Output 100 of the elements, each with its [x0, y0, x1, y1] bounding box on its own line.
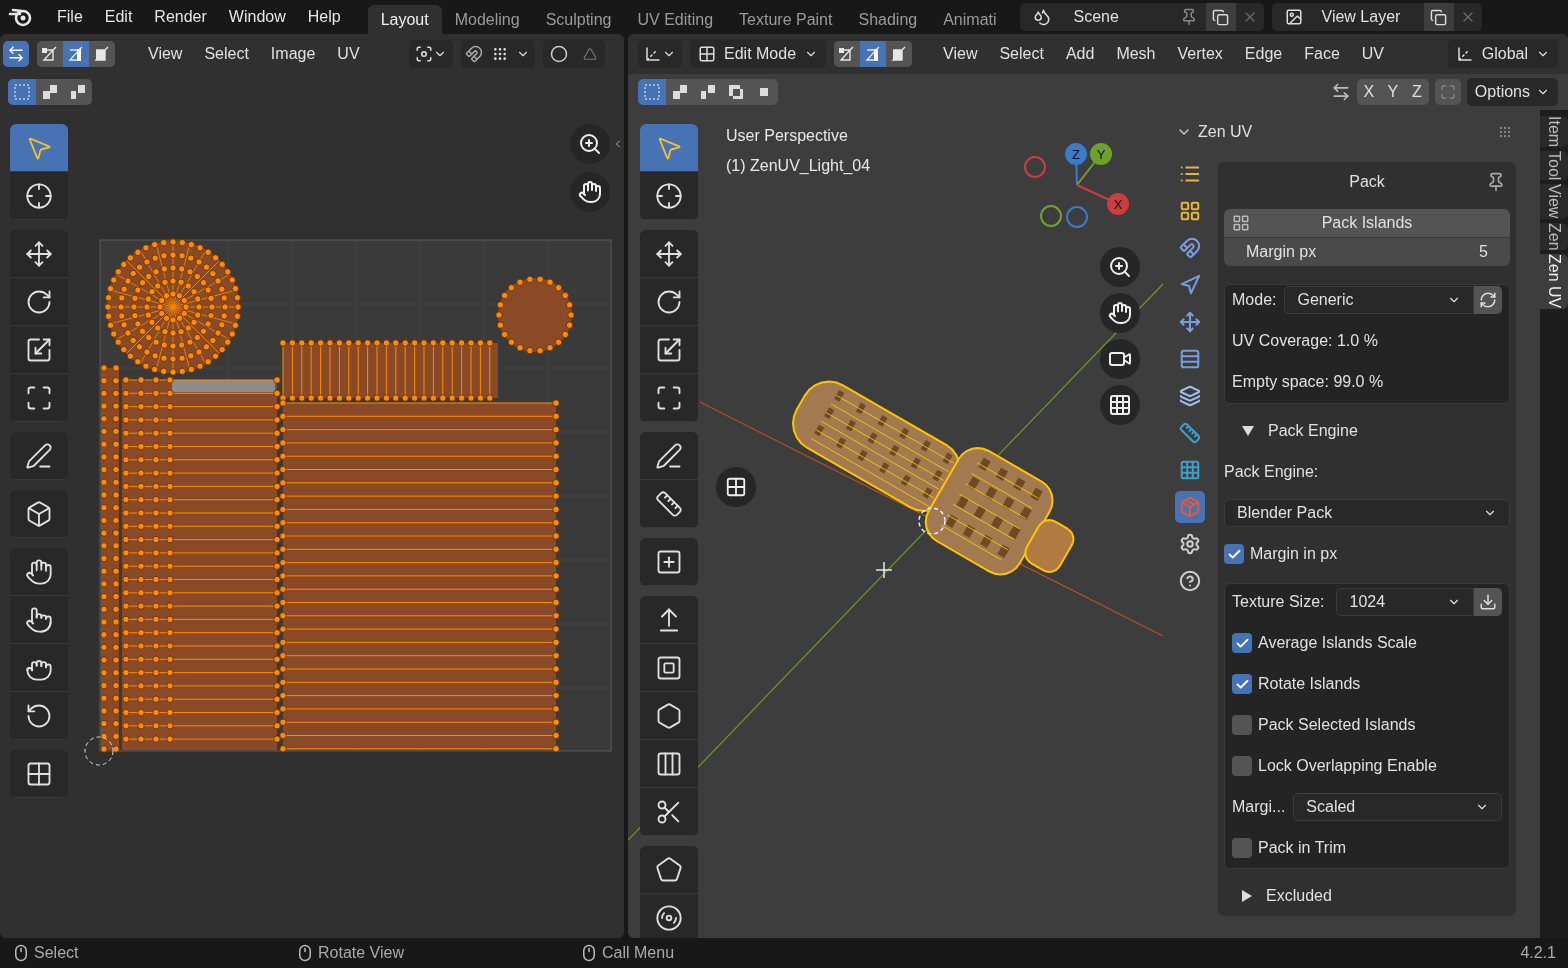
scene-field[interactable]: Scene: [1019, 3, 1264, 31]
magnet-icon: [464, 45, 483, 63]
checkbox[interactable]: [1224, 544, 1244, 564]
mode-dropdown[interactable]: Edit Mode: [690, 40, 827, 68]
annotate-tool[interactable]: [640, 432, 698, 480]
option-checkbox-row[interactable]: Pack Selected Islands: [1232, 711, 1502, 739]
pan-button[interactable]: [570, 172, 610, 212]
menu-item[interactable]: Add: [1054, 40, 1106, 68]
download-button[interactable]: [1474, 588, 1502, 616]
pack-in-trim-checkbox-row[interactable]: Pack in Trim: [1232, 834, 1502, 862]
sidebar-tab[interactable]: Item: [1540, 116, 1568, 148]
menu-item[interactable]: Window: [217, 5, 297, 29]
menu-item[interactable]: Help: [296, 5, 352, 29]
axis-toggle[interactable]: Y: [1380, 79, 1405, 105]
new-layer-button[interactable]: [1423, 3, 1454, 31]
menu-item[interactable]: Vertex: [1166, 40, 1234, 68]
camera-button[interactable]: [1100, 339, 1140, 379]
snap-dropdown[interactable]: [460, 40, 535, 68]
pivot-dropdown[interactable]: [408, 40, 453, 68]
menu-item[interactable]: Face: [1293, 40, 1351, 68]
workspace-tab[interactable]: Animati: [930, 5, 1010, 34]
menu-item[interactable]: UV: [326, 40, 371, 68]
checkbox[interactable]: [1232, 715, 1252, 735]
menu-item[interactable]: Render: [143, 5, 218, 29]
workspace-tab[interactable]: UV Editing: [624, 5, 727, 34]
excluded-section-header[interactable]: Excluded: [1224, 882, 1510, 910]
pan-button[interactable]: [1100, 293, 1140, 333]
axis-toggle[interactable]: X: [1356, 79, 1381, 105]
extend-selection-button[interactable]: [36, 79, 64, 105]
snap-toggle-button[interactable]: [1434, 79, 1461, 105]
zoom-button[interactable]: [570, 124, 610, 164]
navigation-gizmo[interactable]: Z Y X: [1020, 130, 1140, 230]
workspace-tab[interactable]: Shading: [845, 5, 931, 34]
menu-item[interactable]: File: [46, 5, 94, 29]
menu-item[interactable]: Select: [193, 40, 260, 68]
set-selection-button[interactable]: [638, 79, 666, 105]
sidebar-tab[interactable]: View: [1540, 184, 1568, 219]
options-dropdown[interactable]: Options: [1466, 78, 1558, 106]
checkbox[interactable]: [1232, 838, 1252, 858]
menu-item[interactable]: View: [932, 40, 989, 68]
drag-handle-icon[interactable]: [1498, 125, 1512, 139]
mode-select[interactable]: Generic: [1284, 286, 1474, 314]
sync-selection-button[interactable]: [3, 41, 29, 67]
option-checkbox-row[interactable]: Average Islands Scale: [1232, 629, 1502, 657]
texture-size-select[interactable]: 1024: [1336, 588, 1474, 616]
disclosure-triangle-icon: [1242, 890, 1252, 902]
app-logo-icon[interactable]: [8, 6, 34, 28]
edge-mode-button[interactable]: [63, 41, 89, 67]
menu-item[interactable]: View: [137, 40, 194, 68]
move-tool[interactable]: [640, 230, 698, 278]
package-icon: [1179, 496, 1201, 518]
status-hint: Select: [34, 943, 79, 963]
view-layer-field[interactable]: View Layer: [1271, 3, 1482, 31]
perspective-button[interactable]: [1100, 385, 1140, 425]
poly-build-tool[interactable]: [640, 846, 698, 894]
menu-item[interactable]: Edge: [1233, 40, 1294, 68]
checker-button[interactable]: [716, 467, 756, 507]
copy-icon: [1212, 8, 1230, 26]
zoom-button[interactable]: [1100, 247, 1140, 287]
pen-icon: [655, 441, 683, 470]
checkbox[interactable]: [1232, 674, 1252, 694]
sidebar-tab[interactable]: Zen: [1540, 222, 1568, 251]
margin-method-select[interactable]: Scaled: [1293, 793, 1502, 821]
set-selection-button[interactable]: [8, 79, 36, 105]
extrude-tool[interactable]: [640, 596, 698, 644]
margin-in-px-checkbox-row[interactable]: Margin in px: [1224, 540, 1510, 568]
menu-item[interactable]: Mesh: [1105, 40, 1167, 68]
axis-toggle[interactable]: Z: [1404, 79, 1429, 105]
workspace-tab[interactable]: Layout: [367, 5, 442, 34]
checkbox[interactable]: [1232, 633, 1252, 653]
refresh-button[interactable]: [1474, 286, 1502, 314]
margin-number-field[interactable]: Margin px 5: [1224, 237, 1510, 266]
sidebar-tab[interactable]: Zen UV: [1540, 254, 1568, 309]
workspace-tab[interactable]: Texture Paint: [726, 5, 846, 34]
workspace-tab[interactable]: Sculpting: [532, 5, 625, 34]
option-checkbox-row[interactable]: Lock Overlapping Enable: [1232, 752, 1502, 780]
editor-type-dropdown[interactable]: [638, 40, 682, 68]
pack-islands-button[interactable]: Pack Islands: [1224, 209, 1510, 237]
subtract-selection-button[interactable]: [64, 79, 92, 105]
extend-selection-button[interactable]: [666, 79, 694, 105]
pack-engine-select[interactable]: Blender Pack: [1224, 499, 1510, 527]
checkbox[interactable]: [1232, 756, 1252, 776]
workspace-tab[interactable]: Modeling: [441, 5, 533, 34]
move-arrows-icon: [655, 239, 683, 268]
select-box-tool[interactable]: [10, 124, 68, 172]
panel-title[interactable]: Zen UV: [1198, 120, 1253, 144]
menu-item[interactable]: UV: [1350, 40, 1396, 68]
menu-item[interactable]: Select: [988, 40, 1055, 68]
pack-engine-section-header[interactable]: Pack Engine: [1224, 417, 1510, 445]
pin-icon[interactable]: [1486, 172, 1506, 192]
menu-item[interactable]: Edit: [93, 5, 144, 29]
menu-item[interactable]: Image: [259, 40, 327, 68]
new-scene-button[interactable]: [1205, 3, 1236, 31]
orientation-dropdown[interactable]: Global: [1447, 40, 1558, 68]
option-checkbox-row[interactable]: Rotate Islands: [1232, 670, 1502, 698]
select-box-tool[interactable]: [640, 124, 698, 172]
proportional-edit-dropdown[interactable]: [542, 40, 605, 68]
edge-mode-button[interactable]: [860, 41, 887, 67]
sidebar-tab[interactable]: Tool: [1540, 151, 1568, 181]
intersect-selection-button[interactable]: [750, 79, 778, 105]
